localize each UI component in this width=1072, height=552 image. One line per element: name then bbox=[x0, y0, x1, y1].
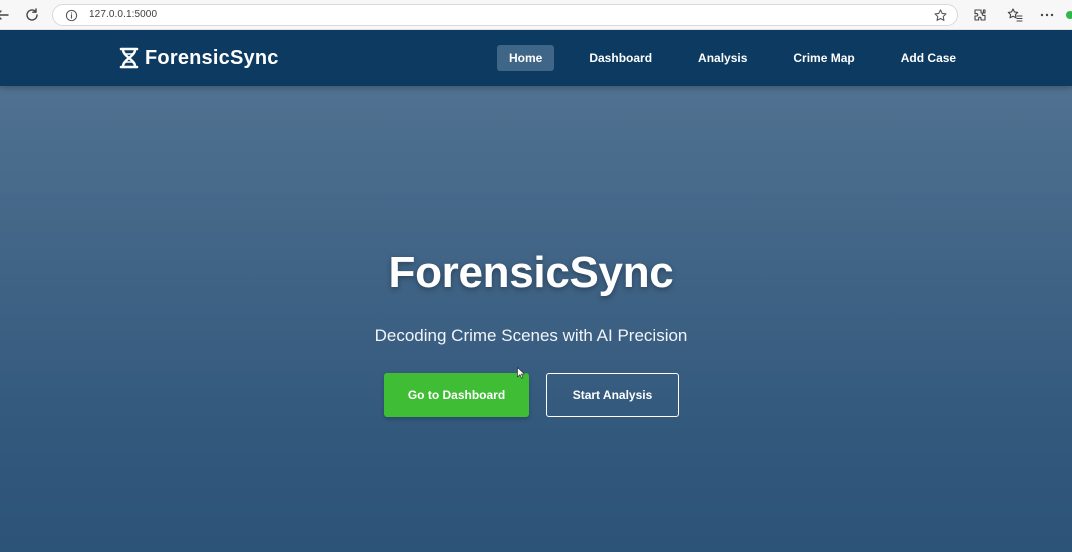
dna-logo-icon bbox=[119, 47, 139, 69]
hero-subtitle: Decoding Crime Scenes with AI Precision bbox=[374, 326, 688, 345]
nav-link-dashboard[interactable]: Dashboard bbox=[578, 45, 663, 71]
reload-icon[interactable] bbox=[24, 7, 40, 23]
start-analysis-button[interactable]: Start Analysis bbox=[546, 373, 679, 417]
page: ForensicSync Home Dashboard Analysis Cri… bbox=[0, 30, 1072, 552]
url-text[interactable]: 127.0.0.1:5000 bbox=[89, 9, 157, 20]
mouse-cursor-icon bbox=[517, 367, 525, 379]
more-icon[interactable] bbox=[1039, 7, 1055, 23]
brand-name: ForensicSync bbox=[145, 46, 279, 69]
nav-link-analysis[interactable]: Analysis bbox=[687, 45, 758, 71]
brand[interactable]: ForensicSync bbox=[119, 46, 279, 70]
hero-title: ForensicSync bbox=[388, 248, 674, 297]
extensions-icon[interactable] bbox=[972, 7, 988, 23]
nav-link-crime-map[interactable]: Crime Map bbox=[782, 45, 865, 71]
address-bar[interactable]: 127.0.0.1:5000 bbox=[52, 4, 958, 26]
back-icon[interactable] bbox=[0, 7, 10, 23]
nav-link-add-case[interactable]: Add Case bbox=[890, 45, 967, 71]
nav-links: Home Dashboard Analysis Crime Map Add Ca… bbox=[497, 45, 967, 71]
info-icon[interactable] bbox=[65, 9, 78, 22]
go-to-dashboard-button[interactable]: Go to Dashboard bbox=[384, 373, 529, 417]
nav-link-home[interactable]: Home bbox=[497, 45, 555, 71]
navbar: ForensicSync Home Dashboard Analysis Cri… bbox=[0, 30, 1072, 86]
browser-toolbar: 127.0.0.1:5000 bbox=[0, 0, 1072, 30]
favorites-icon[interactable] bbox=[1007, 7, 1023, 23]
star-icon[interactable] bbox=[933, 8, 948, 23]
profile-icon[interactable] bbox=[1066, 11, 1072, 19]
